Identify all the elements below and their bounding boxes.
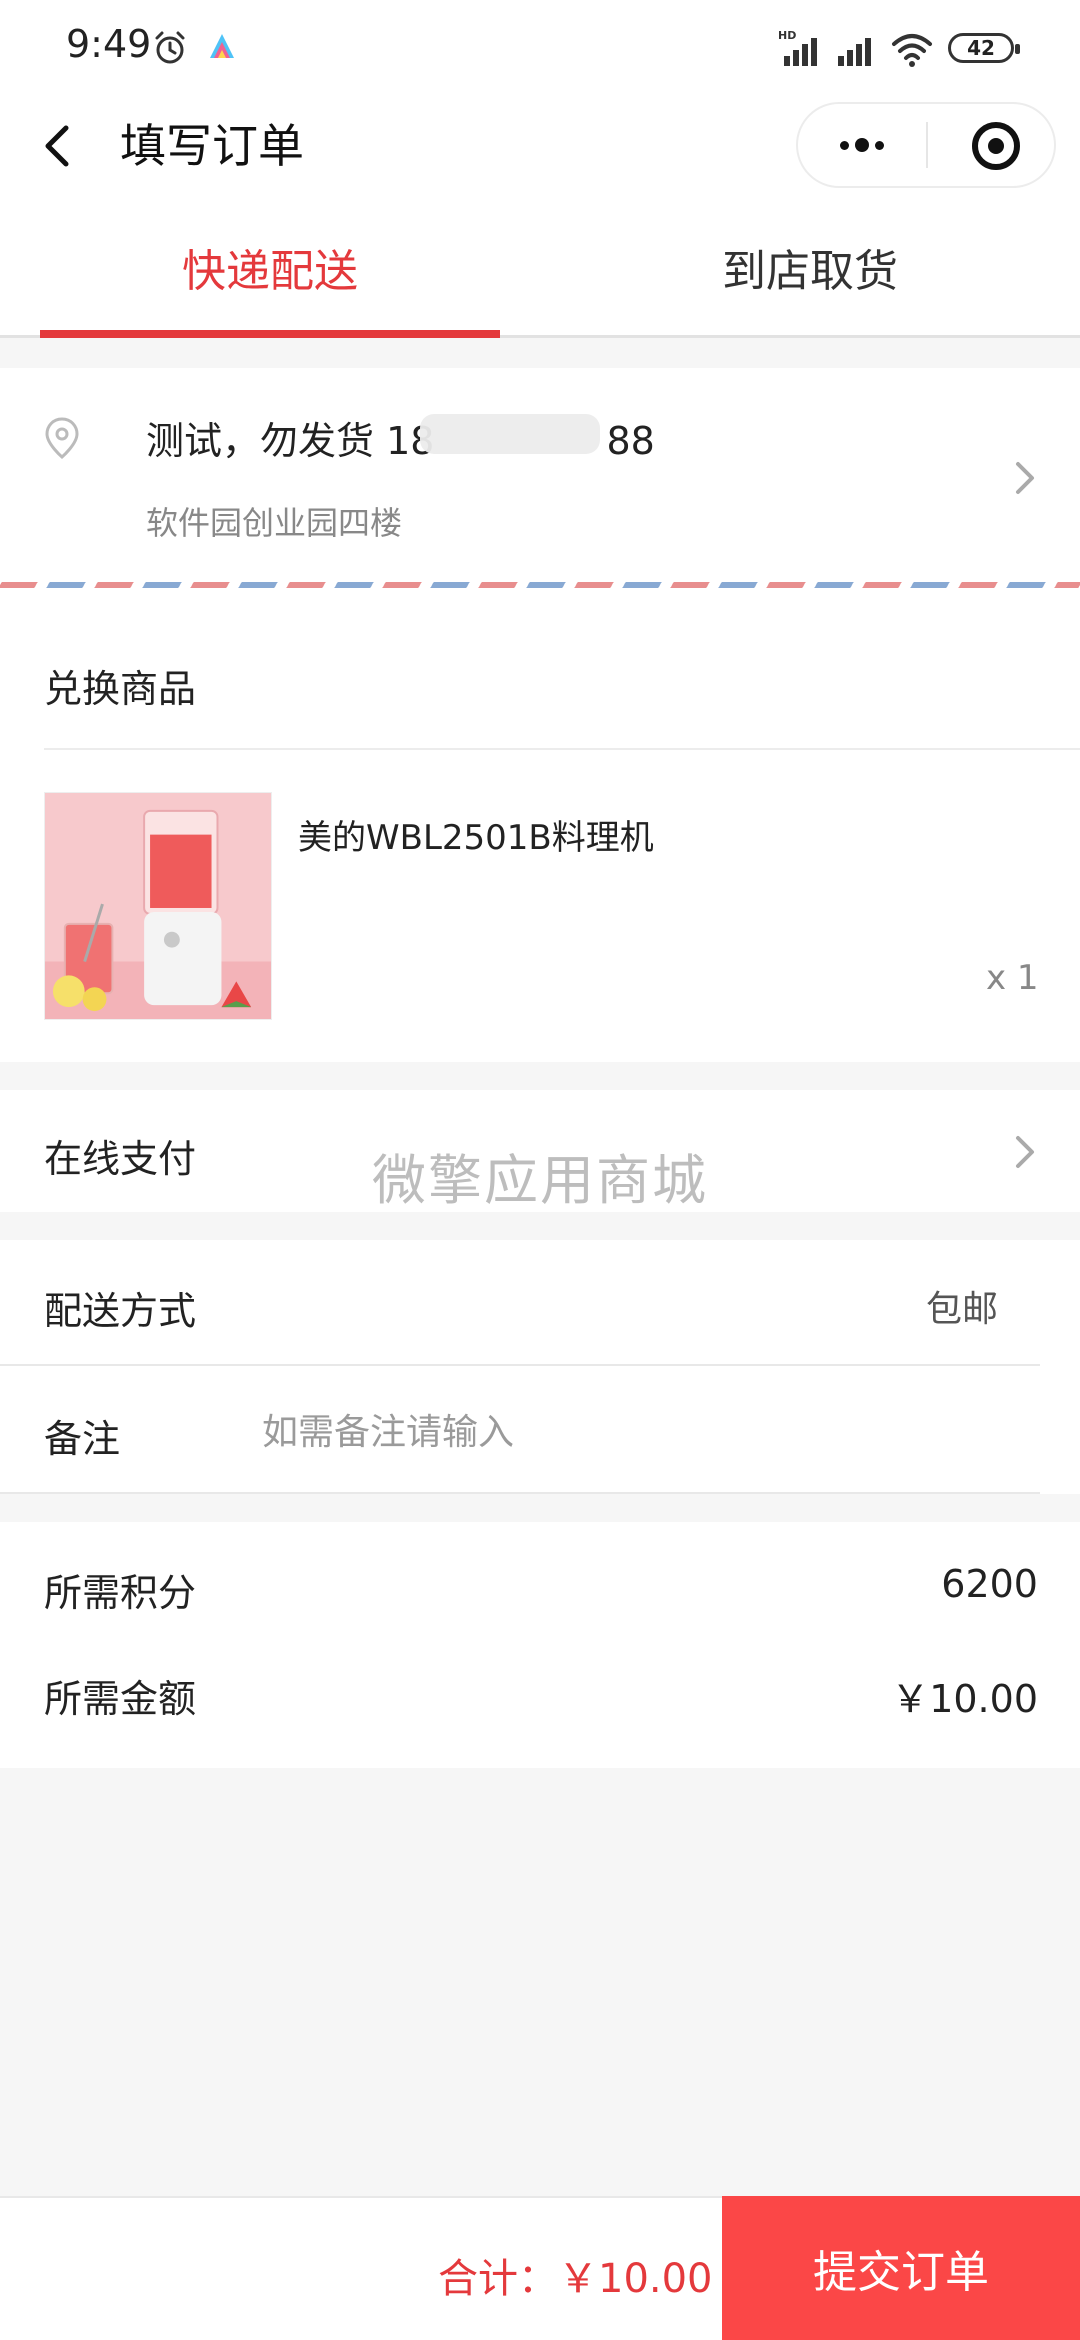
order-summary <box>0 1522 1080 1768</box>
payment-method-label: 在线支付 <box>44 1137 197 1181</box>
tab-store-pickup[interactable]: 到店取货 <box>560 196 1060 338</box>
chevron-right-icon[interactable] <box>1010 458 1038 498</box>
more-dot-icon <box>875 140 884 150</box>
address-detail: 软件园创业园四楼 <box>146 504 403 542</box>
tab-express-delivery[interactable]: 快递配送 <box>20 196 520 338</box>
chevron-right-icon[interactable] <box>1010 1132 1038 1172</box>
wifi-icon <box>892 34 932 67</box>
watermark-text: 微擎应用商城 <box>372 1149 708 1212</box>
divider <box>44 748 1080 750</box>
product-quantity: x 1 <box>986 958 1039 998</box>
more-options-button[interactable] <box>798 104 926 186</box>
svg-text:HD: HD <box>778 29 796 42</box>
divider <box>0 1364 1040 1366</box>
remark-label: 备注 <box>44 1417 121 1461</box>
airmail-border <box>0 582 1080 588</box>
product-name: 美的WBL2501B料理机 <box>298 818 654 858</box>
alarm-clock-icon <box>155 31 185 64</box>
hd-signal-icon: HD <box>778 29 817 66</box>
product-image[interactable] <box>44 792 272 1020</box>
goods-section-title: 兑换商品 <box>44 667 197 711</box>
active-tab-indicator <box>40 330 500 338</box>
required-points-label: 所需积分 <box>44 1571 197 1615</box>
divider <box>0 1492 1040 1494</box>
app-notification-icon <box>210 34 234 58</box>
miniprogram-capsule <box>796 102 1056 188</box>
submit-order-button[interactable]: 提交订单 <box>722 2196 1080 2340</box>
address-card[interactable] <box>0 368 1080 614</box>
phone-tail: 88 <box>606 419 655 463</box>
back-arrow-icon[interactable] <box>34 116 84 176</box>
status-time: 9:49 <box>66 22 152 66</box>
delivery-method-value: 包邮 <box>925 1289 998 1330</box>
required-amount-label: 所需金额 <box>44 1677 197 1721</box>
capsule-divider <box>926 122 928 168</box>
battery-indicator: 42 <box>948 33 1020 63</box>
recipient-name: 测试，勿发货 18 <box>146 419 435 463</box>
delivery-method-label: 配送方式 <box>44 1289 197 1333</box>
phone-redaction <box>420 414 600 454</box>
signal-icon <box>838 38 871 66</box>
close-miniprogram-icon[interactable] <box>972 122 1020 170</box>
remark-input[interactable] <box>262 1396 1022 1468</box>
required-amount-value: ￥10.00 <box>891 1677 1038 1721</box>
more-dot-icon <box>855 138 869 152</box>
status-indicators: HD 42 <box>778 26 1020 70</box>
page-title: 填写订单 <box>120 119 304 173</box>
required-points-value: 6200 <box>941 1562 1038 1606</box>
delivery-tabs: 快递配送 到店取货 <box>0 196 1080 338</box>
location-pin-icon <box>45 417 79 459</box>
order-total: 合计：￥10.00 <box>438 2256 713 2302</box>
more-dot-icon <box>840 140 849 150</box>
